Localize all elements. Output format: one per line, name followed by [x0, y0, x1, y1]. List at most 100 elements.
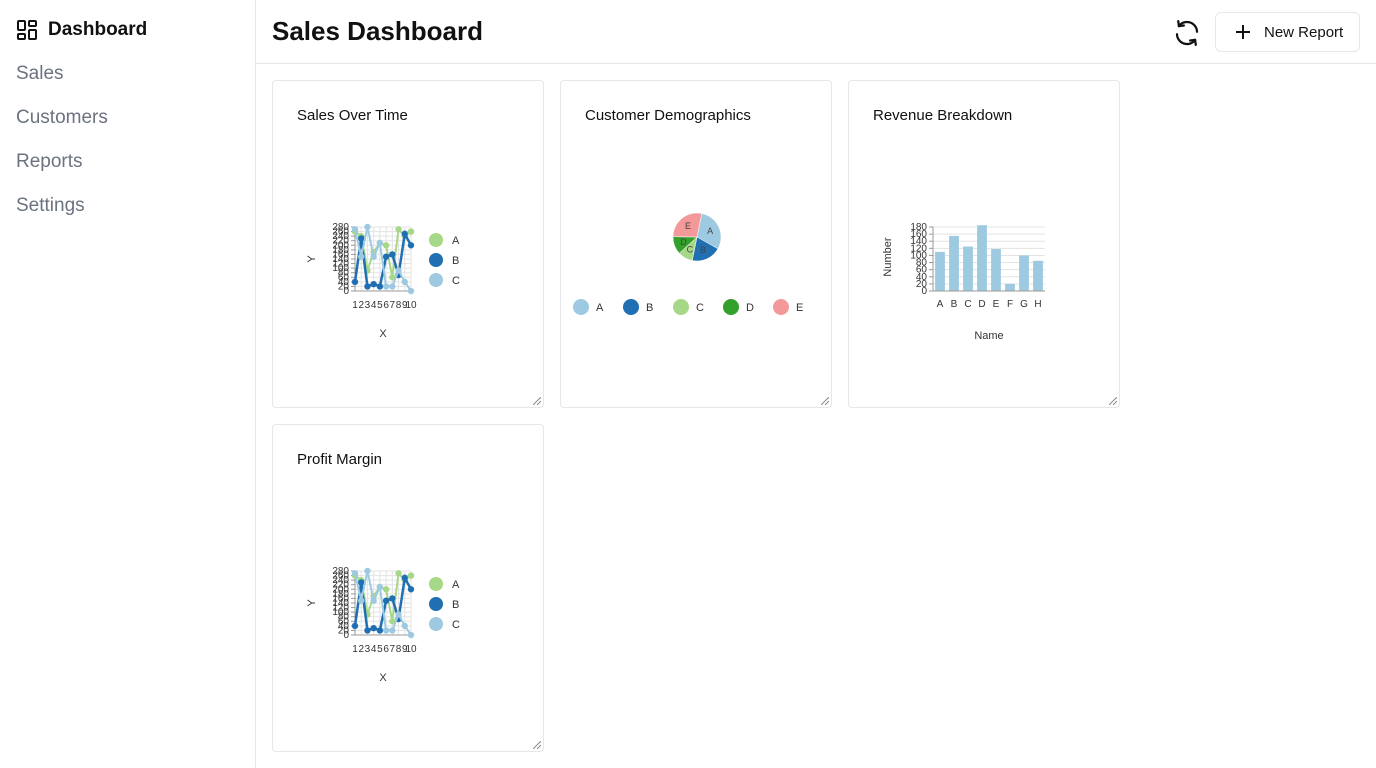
bar-D	[977, 225, 987, 291]
data-point-B	[376, 627, 384, 634]
bar-A	[935, 251, 945, 291]
new-report-button[interactable]: New Report	[1215, 12, 1360, 52]
bar-C	[963, 246, 973, 291]
data-point-C	[376, 239, 384, 247]
pie-slice-label: D	[680, 237, 687, 247]
x-tick-label: 10	[405, 644, 417, 655]
data-point-A	[407, 228, 415, 235]
data-point-A	[395, 570, 402, 577]
data-point-C	[407, 631, 415, 639]
x-tick-label: 1	[352, 644, 358, 655]
line-chart-sales-over-time: 0204060801001201401601802002202402602801…	[306, 222, 460, 340]
x-tick-label: D	[978, 299, 985, 310]
x-tick-label: 6	[383, 644, 389, 655]
y-tick-label: 280	[332, 566, 349, 577]
x-tick-label: E	[993, 299, 1000, 310]
sidebar-item-label: Reports	[16, 151, 83, 172]
data-point-B	[358, 579, 365, 586]
legend-marker-B	[623, 299, 639, 315]
sidebar-item-label: Dashboard	[48, 19, 148, 40]
legend-label: D	[746, 302, 754, 314]
legend-marker-A	[429, 233, 443, 247]
data-point-B	[364, 627, 371, 634]
data-point-B	[407, 242, 415, 249]
data-point-B	[382, 253, 390, 260]
y-axis-label: Y	[306, 255, 318, 263]
card-customer-demographics: Customer Demographics ABCDEABCDE	[560, 80, 832, 408]
bar-E	[991, 249, 1001, 291]
line-chart-profit-margin: 0204060801001201401601802002202402602801…	[306, 566, 460, 684]
app-root: Dashboard Sales Customers Reports Settin…	[0, 0, 1376, 768]
x-tick-label: 7	[390, 644, 396, 655]
legend-label: C	[696, 302, 704, 314]
data-point-C	[376, 583, 384, 591]
legend-label: B	[452, 255, 459, 267]
legend-marker-C	[673, 299, 689, 315]
data-point-C	[401, 622, 408, 630]
data-point-C	[407, 287, 415, 295]
data-point-B	[358, 235, 365, 242]
sidebar-item-customers[interactable]: Customers	[16, 103, 108, 133]
data-point-A	[382, 586, 390, 593]
bar-chart-revenue-breakdown: 020406080100120140160180A B C D E F G HNameNumb…	[882, 222, 1045, 342]
card-profit-margin: Profit Margin 0 20 40 60 80 100 120 140 160 180 20…	[272, 424, 544, 752]
pie-chart-customer-demographics: ABCDEA B C D E	[573, 212, 803, 315]
sidebar-item-label: Customers	[16, 107, 108, 128]
legend-label: A	[452, 235, 460, 247]
resize-handle-icon[interactable]	[533, 397, 541, 405]
data-point-B	[370, 624, 377, 632]
refresh-button[interactable]	[1172, 18, 1202, 48]
sidebar-item-label: Settings	[16, 195, 85, 216]
refresh-icon	[1175, 20, 1199, 46]
resize-handle-icon[interactable]	[821, 397, 829, 405]
x-axis-label: X	[379, 672, 387, 684]
legend-marker-C	[429, 273, 443, 287]
x-tick-label: C	[964, 299, 971, 310]
legend-marker-A	[573, 299, 589, 315]
plus-icon	[1236, 25, 1250, 39]
sidebar-item-reports[interactable]: Reports	[16, 147, 83, 177]
x-tick-label: G	[1020, 299, 1028, 310]
sidebar-item-dashboard[interactable]: Dashboard	[16, 15, 147, 45]
legend-marker-B	[429, 253, 443, 267]
legend-marker-E	[773, 299, 789, 315]
sidebar-item-sales[interactable]: Sales	[16, 59, 64, 89]
x-tick-label: 5	[377, 300, 383, 311]
x-tick-label: 3	[365, 644, 371, 655]
legend-label: A	[596, 302, 604, 314]
legend-label: B	[452, 599, 459, 611]
legend-label: C	[452, 619, 460, 631]
x-tick-label: 4	[371, 644, 377, 655]
resize-handle-icon[interactable]	[533, 741, 541, 749]
data-point-B	[376, 283, 384, 290]
dashboard-icon	[16, 19, 38, 41]
x-tick-label: 2	[358, 300, 364, 311]
data-point-C	[395, 267, 402, 274]
data-point-A	[382, 242, 390, 249]
data-point-B	[389, 595, 396, 602]
x-tick-label: 3	[365, 300, 371, 311]
y-tick-label: 280	[332, 222, 349, 233]
top-header: Sales Dashboard New Report	[256, 0, 1376, 64]
data-point-C	[358, 253, 365, 260]
legend-label: E	[796, 302, 803, 314]
data-point-B	[401, 230, 408, 238]
data-point-A	[395, 226, 402, 233]
sidebar-item-settings[interactable]: Settings	[16, 191, 85, 221]
data-point-C	[370, 597, 377, 604]
bar-G	[1019, 255, 1029, 291]
data-point-C	[351, 226, 359, 233]
x-tick-label: 1	[352, 300, 358, 311]
x-tick-label: F	[1007, 299, 1013, 310]
data-point-C	[389, 627, 396, 634]
data-point-C	[382, 283, 390, 290]
y-axis-label: Y	[306, 599, 318, 607]
legend-marker-B	[429, 597, 443, 611]
data-point-C	[370, 253, 377, 260]
legend-marker-A	[429, 577, 443, 591]
resize-handle-icon[interactable]	[1109, 397, 1117, 405]
x-tick-label: 7	[390, 300, 396, 311]
bar-H	[1033, 260, 1043, 291]
y-axis-label: Number	[882, 237, 894, 276]
page-title: Sales Dashboard	[272, 16, 483, 46]
